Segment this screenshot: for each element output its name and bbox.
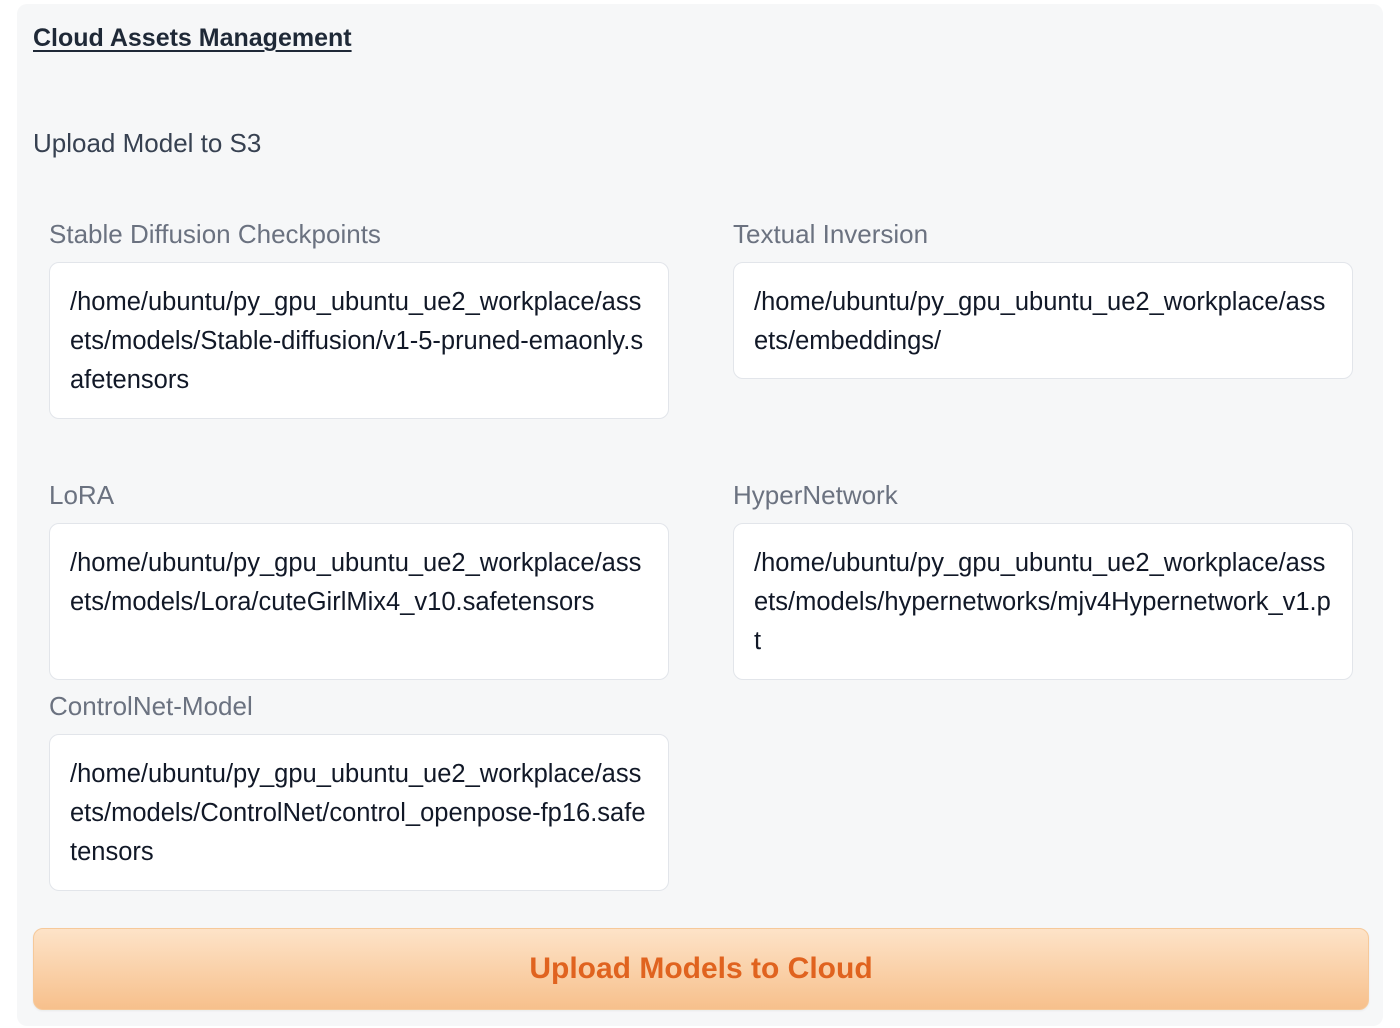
field-hypernetwork: HyperNetwork /home/ubuntu/py_gpu_ubuntu_… <box>733 477 1353 680</box>
field-sd-checkpoints: Stable Diffusion Checkpoints /home/ubunt… <box>49 216 669 419</box>
controlnet-model-textarea[interactable]: /home/ubuntu/py_gpu_ubuntu_ue2_workplace… <box>49 734 669 891</box>
sd-checkpoints-textarea[interactable]: /home/ubuntu/py_gpu_ubuntu_ue2_workplace… <box>49 262 669 419</box>
section-subtitle: Upload Model to S3 <box>33 128 262 158</box>
field-label-controlnet-model: ControlNet-Model <box>49 691 253 721</box>
cloud-assets-panel: Cloud Assets Management Upload Model to … <box>17 4 1383 1026</box>
field-label-textual-inversion: Textual Inversion <box>733 219 929 249</box>
section-title: Cloud Assets Management <box>33 24 352 52</box>
field-label-sd-checkpoints: Stable Diffusion Checkpoints <box>49 219 381 249</box>
field-label-lora: LoRA <box>49 480 115 510</box>
field-lora: LoRA /home/ubuntu/py_gpu_ubuntu_ue2_work… <box>49 477 669 680</box>
upload-models-button[interactable]: Upload Models to Cloud <box>33 928 1369 1010</box>
field-controlnet-model: ControlNet-Model /home/ubuntu/py_gpu_ubu… <box>49 688 669 891</box>
textual-inversion-textarea[interactable]: /home/ubuntu/py_gpu_ubuntu_ue2_workplace… <box>733 262 1353 379</box>
field-label-hypernetwork: HyperNetwork <box>733 480 898 510</box>
hypernetwork-textarea[interactable]: /home/ubuntu/py_gpu_ubuntu_ue2_workplace… <box>733 523 1353 680</box>
field-textual-inversion: Textual Inversion /home/ubuntu/py_gpu_ub… <box>733 216 1353 379</box>
lora-textarea[interactable]: /home/ubuntu/py_gpu_ubuntu_ue2_workplace… <box>49 523 669 680</box>
